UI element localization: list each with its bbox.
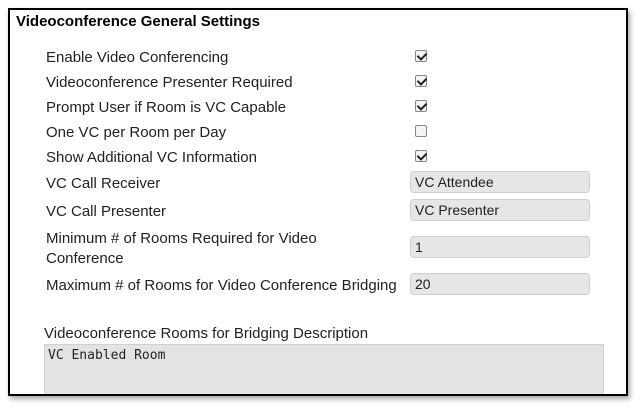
max-rooms-input[interactable]: 20	[410, 273, 590, 295]
bridging-description-label: Videoconference Rooms for Bridging Descr…	[44, 325, 369, 342]
vc-call-receiver-input[interactable]: VC Attendee	[410, 171, 590, 193]
presenter-required-checkbox[interactable]	[415, 75, 427, 87]
bridging-description-textarea[interactable]: VC Enabled Room	[44, 344, 604, 394]
section-title: Videoconference General Settings	[16, 13, 260, 30]
vc-call-receiver-label: VC Call Receiver	[46, 175, 161, 192]
one-vc-per-room-label: One VC per Room per Day	[46, 124, 227, 141]
show-additional-vc-info-checkbox[interactable]	[415, 150, 427, 162]
presenter-required-label: Videoconference Presenter Required	[46, 74, 293, 91]
min-rooms-label: Minimum # of Rooms Required for Video Co…	[46, 230, 317, 267]
enable-video-conferencing-label: Enable Video Conferencing	[46, 49, 229, 66]
vc-call-presenter-label: VC Call Presenter	[46, 203, 167, 220]
videoconference-settings-panel: Videoconference General Settings Enable …	[8, 8, 628, 396]
prompt-user-vc-capable-label: Prompt User if Room is VC Capable	[46, 99, 287, 116]
show-additional-vc-info-label: Show Additional VC Information	[46, 149, 257, 166]
min-rooms-input[interactable]: 1	[410, 236, 590, 258]
one-vc-per-room-checkbox[interactable]	[415, 125, 427, 137]
vc-call-presenter-input[interactable]: VC Presenter	[410, 199, 590, 221]
prompt-user-vc-capable-checkbox[interactable]	[415, 100, 427, 112]
max-rooms-label: Maximum # of Rooms for Video Conference …	[46, 277, 397, 294]
enable-video-conferencing-checkbox[interactable]	[415, 50, 427, 62]
